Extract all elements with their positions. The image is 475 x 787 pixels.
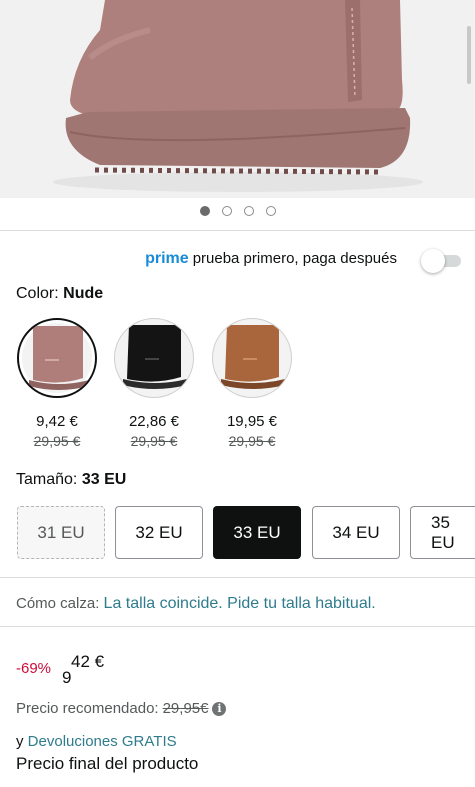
size-option-34[interactable]: 34 EU xyxy=(312,506,400,559)
color-label: Color: xyxy=(16,285,59,302)
size-option-32[interactable]: 32 EU xyxy=(115,506,203,559)
toggle-knob xyxy=(421,249,445,273)
color-value: Nude xyxy=(63,285,104,302)
returns-prefix: y xyxy=(16,733,24,750)
color-price-chestnut: 19,95 € 29,95 € xyxy=(207,413,297,449)
recommended-price-row: Precio recomendado: 29,95€ i xyxy=(16,700,227,717)
price-fraction: 42 € xyxy=(71,652,105,671)
color-price-black: 22,86 € 29,95 € xyxy=(109,413,199,449)
color-price-nude: 9,42 € 29,95 € xyxy=(12,413,102,449)
boot-thumb-nude xyxy=(29,326,89,390)
size-option-35[interactable]: 35 EU xyxy=(410,506,475,559)
fit-label: Cómo calza: xyxy=(16,595,100,612)
info-icon[interactable]: i xyxy=(212,701,227,716)
image-dot-4[interactable] xyxy=(265,206,276,216)
size-value: 33 EU xyxy=(81,471,127,488)
prime-toggle[interactable] xyxy=(421,249,461,273)
image-dot-3[interactable] xyxy=(243,206,254,216)
swatch-list-price: 29,95 € xyxy=(130,433,178,449)
image-dot-2[interactable] xyxy=(221,206,232,216)
color-swatch-black[interactable] xyxy=(114,318,194,398)
fit-row: Cómo calza: La talla coincide. Pide tu t… xyxy=(16,595,376,613)
swatch-price: 9,42 € xyxy=(36,413,78,430)
final-price-note: Precio final del producto xyxy=(16,754,199,773)
prime-try-before-buy: prime prueba primero, paga después xyxy=(145,250,397,268)
swatch-price: 22,86 € xyxy=(128,413,180,430)
boot-illustration xyxy=(53,0,423,192)
returns-row: y Devoluciones GRATIS xyxy=(16,733,177,750)
prime-text: prueba primero, paga después xyxy=(192,250,397,267)
swatch-price: 19,95 € xyxy=(226,413,278,430)
image-pagination-dots[interactable] xyxy=(0,206,475,220)
boot-thumb-black xyxy=(123,325,187,389)
boot-thumb-chestnut xyxy=(221,325,285,389)
recommended-label: Precio recomendado: xyxy=(16,700,159,717)
prime-logo: prime xyxy=(145,250,189,267)
free-returns-link[interactable]: Devoluciones GRATIS xyxy=(28,733,177,750)
swatch-list-price: 29,95 € xyxy=(228,433,276,449)
product-image[interactable] xyxy=(0,0,475,198)
discount-percent: -69% xyxy=(16,660,52,677)
size-option-31[interactable]: 31 EU xyxy=(17,506,105,559)
section-divider xyxy=(0,230,475,231)
section-divider xyxy=(0,626,475,627)
color-label-row: Color: Nude xyxy=(16,285,103,303)
size-label-row: Tamaño: 33 EU xyxy=(16,471,126,489)
color-swatch-chestnut[interactable] xyxy=(212,318,292,398)
image-dot-1[interactable] xyxy=(199,206,210,216)
color-swatch-nude[interactable] xyxy=(17,318,97,398)
swatch-list-price: 29,95 € xyxy=(33,433,81,449)
fit-link[interactable]: La talla coincide. Pide tu talla habitua… xyxy=(104,595,376,612)
section-divider xyxy=(0,577,475,578)
gallery-scrollbar[interactable] xyxy=(467,26,471,84)
recommended-price: 29,95€ xyxy=(162,700,209,717)
size-option-33[interactable]: 33 EU xyxy=(213,506,301,559)
size-label: Tamaño: xyxy=(16,471,78,488)
